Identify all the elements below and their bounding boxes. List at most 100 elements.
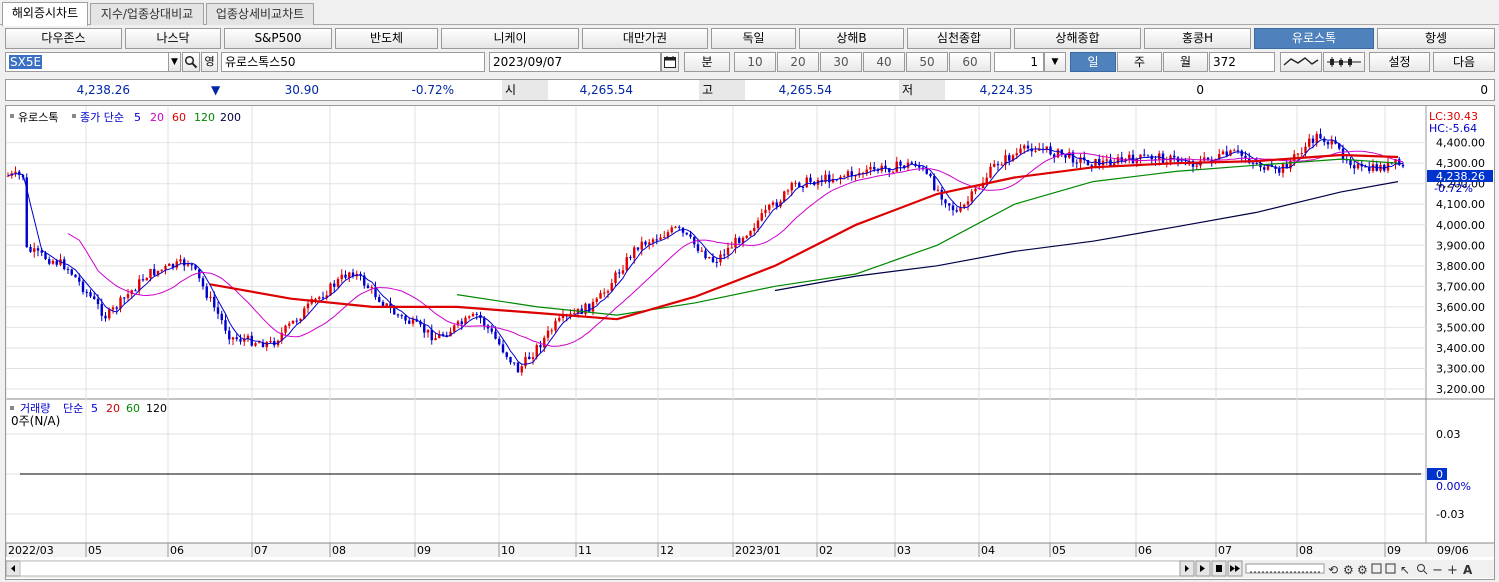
date-input[interactable]: 2023/09/07	[489, 52, 661, 72]
bar-count-input[interactable]: 372	[1209, 52, 1275, 72]
index-button-eurostoxx[interactable]: 유로스톡	[1254, 28, 1374, 49]
candle-body	[1221, 151, 1225, 155]
horizontal-scrollbar[interactable]	[19, 560, 1181, 577]
settings-icon[interactable]: ⚙	[1343, 563, 1354, 577]
minus-icon[interactable]: −	[1432, 563, 1443, 578]
candle-body	[948, 203, 951, 206]
magnifier-icon[interactable]	[182, 52, 200, 72]
minute-option-10[interactable]: 10	[734, 52, 776, 72]
candle-body	[1255, 162, 1258, 164]
x-axis-label: 10	[501, 544, 515, 557]
candle-body	[216, 307, 220, 314]
candle-body	[1319, 133, 1322, 139]
index-button-dow[interactable]: 다우존스	[5, 28, 122, 49]
minute-button[interactable]: 분	[684, 52, 730, 72]
price-y-tick-label: 4,000.00	[1436, 219, 1485, 232]
symbol-dropdown-button[interactable]: ▼	[168, 52, 181, 72]
index-button-semiconductor[interactable]: 반도체	[335, 28, 438, 49]
tab-overseas-chart[interactable]: 해외증시차트	[2, 2, 88, 26]
index-button-shanghai-b[interactable]: 상해B	[799, 28, 904, 49]
candle-body	[678, 226, 681, 228]
english-name-toggle[interactable]: 영	[201, 52, 218, 72]
settings-button[interactable]: 설정	[1369, 52, 1430, 72]
candle-body	[970, 191, 973, 202]
low-price: 4,224.35	[979, 83, 1033, 97]
candle-body	[895, 161, 898, 172]
minute-option-30[interactable]: 30	[820, 52, 862, 72]
symbol-name-field: 유로스톡스50	[221, 52, 485, 72]
candle-body	[224, 320, 227, 331]
period-month-button[interactable]: 월	[1163, 52, 1208, 72]
tab-sector-compare[interactable]: 업종상세비교차트	[206, 3, 314, 25]
candle-body	[1349, 160, 1352, 166]
minute-option-60[interactable]: 60	[949, 52, 991, 72]
candle-body	[201, 278, 205, 287]
symbol-code-input[interactable]: SX5E	[5, 52, 169, 72]
index-button-hangseng[interactable]: 항셍	[1377, 28, 1495, 49]
candle-body	[490, 328, 493, 332]
extra-value: 0	[1480, 83, 1488, 97]
x-axis-label: 08	[332, 544, 346, 557]
index-button-taiwan[interactable]: 대만가권	[582, 28, 708, 49]
text-icon[interactable]: A	[1463, 563, 1473, 577]
candle-body	[1315, 133, 1318, 143]
period-day-button[interactable]: 일	[1070, 52, 1116, 72]
minute-count-input[interactable]: 1	[994, 52, 1044, 72]
candle-body	[70, 269, 73, 275]
candle-body	[595, 298, 598, 302]
index-button-hongkong-h[interactable]: 홍콩H	[1144, 28, 1251, 49]
candle-body	[1356, 164, 1360, 169]
tab-index-compare[interactable]: 지수/업종상대비교	[90, 3, 204, 25]
candle-body	[974, 188, 977, 192]
index-button-shenzhen[interactable]: 심천종합	[907, 28, 1011, 49]
candle-body	[1128, 154, 1131, 159]
candle-body	[618, 272, 621, 274]
candle-body	[1015, 153, 1018, 156]
candle-body	[333, 283, 336, 287]
candle-body	[996, 164, 1000, 166]
index-button-nikkei[interactable]: 니케이	[441, 28, 579, 49]
minute-option-50[interactable]: 50	[906, 52, 948, 72]
cursor-icon[interactable]: ↖	[1400, 563, 1410, 577]
chart-canvas[interactable]: 4,400.004,300.004,200.004,100.004,000.00…	[5, 106, 1494, 579]
candle-body	[426, 329, 430, 333]
zoom-slider-icon[interactable]	[1245, 563, 1325, 574]
candle-body	[111, 307, 115, 310]
calendar-icon[interactable]	[661, 52, 679, 72]
refresh-icon[interactable]: ⟲	[1328, 563, 1338, 577]
minute-option-20[interactable]: 20	[777, 52, 819, 72]
volume-legend-ma-label: 단순	[63, 402, 83, 415]
next-button[interactable]: 다음	[1433, 52, 1495, 72]
candle-body	[288, 323, 291, 326]
x-axis-label: 11	[578, 544, 592, 557]
candle-body	[408, 320, 411, 324]
candle-type-button[interactable]	[1323, 52, 1365, 72]
gear-icon[interactable]: ⚙	[1357, 563, 1368, 577]
candle-body	[715, 261, 718, 263]
candle-body	[1105, 159, 1108, 161]
plus-icon[interactable]: +	[1447, 563, 1458, 578]
candle-body	[434, 338, 437, 341]
minute-option-40[interactable]: 40	[863, 52, 905, 72]
candle-body	[396, 314, 400, 316]
index-button-shanghai[interactable]: 상해종합	[1014, 28, 1141, 49]
candle-body	[531, 357, 535, 360]
candle-body	[483, 318, 486, 326]
legend-square-icon	[10, 114, 14, 118]
candle-body	[775, 202, 778, 207]
index-button-germany[interactable]: 독일	[711, 28, 796, 49]
period-week-button[interactable]: 주	[1117, 52, 1162, 72]
chart-type-button[interactable]	[1280, 52, 1322, 72]
symbol-code-value: SX5E	[9, 55, 43, 69]
candle-body	[989, 166, 992, 178]
high-price: 4,265.54	[778, 83, 832, 97]
candle-body	[801, 186, 805, 188]
index-button-nasdaq[interactable]: 나스닥	[125, 28, 221, 49]
candle-body	[756, 220, 760, 228]
candle-body	[846, 171, 850, 177]
candle-body	[674, 226, 677, 228]
legend-ma5: 5	[134, 111, 141, 124]
candle-body	[745, 235, 748, 238]
minute-count-dropdown[interactable]: ▼	[1044, 52, 1066, 72]
index-button-sp500[interactable]: S&P500	[224, 28, 332, 49]
